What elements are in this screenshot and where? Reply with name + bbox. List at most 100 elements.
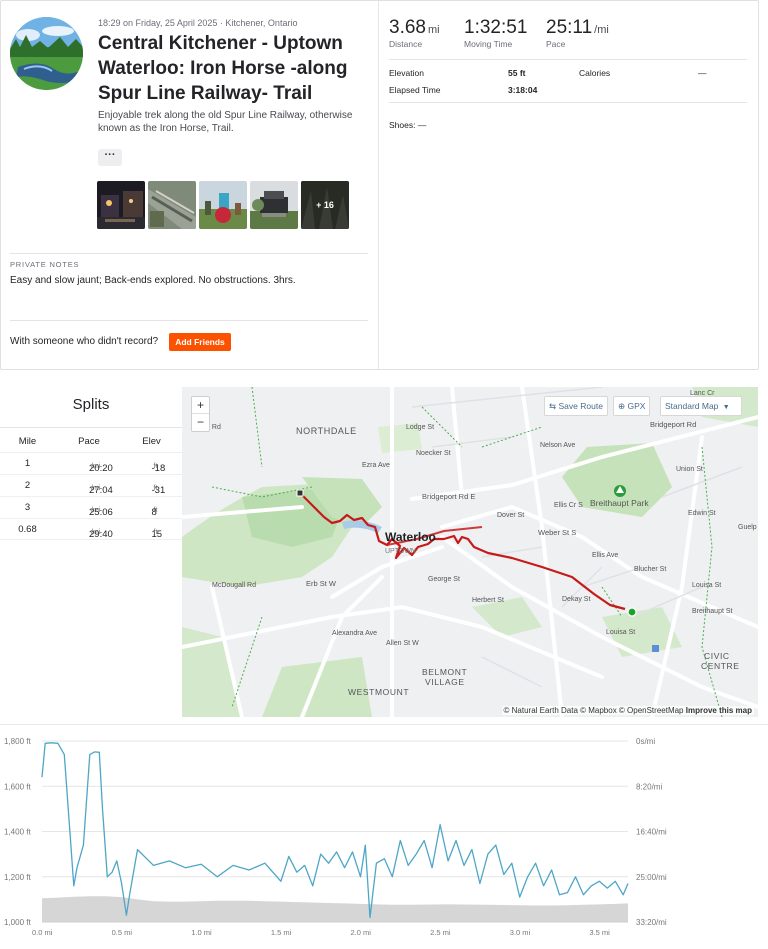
elapsed-time-label: Elapsed Time	[389, 85, 441, 95]
avatar[interactable]	[10, 17, 83, 90]
save-route-button[interactable]: ⇆ Save Route	[544, 396, 608, 416]
private-notes-text: Easy and slow jaunt; Back-ends explored.…	[10, 275, 296, 286]
map-label-bridgeport-rd: Bridgeport Rd	[650, 420, 696, 429]
map-label-village: VILLAGE	[425, 677, 465, 687]
chart-y-right-tick: 25:00/mi	[636, 873, 667, 882]
elapsed-time-value: 3:18:04	[508, 85, 538, 95]
activity-datetime-location: 18:29 on Friday, 25 April 2025 · Kitchen…	[98, 18, 298, 28]
chart-y-left-tick: 1,800 ft	[4, 737, 31, 746]
map-canvas: NORTHDALE Waterloo UPTOWN Breithaupt Par…	[182, 387, 758, 717]
more-options-button[interactable]: ···	[98, 149, 122, 166]
map-label-ezra-ave: Ezra Ave	[362, 462, 390, 469]
activity-description: Enjoyable trek along the old Spur Line R…	[98, 110, 353, 134]
split-pace-unit: /mi	[91, 529, 101, 536]
elevation-pace-chart[interactable]: 1,800 ft 0s/mi 1,600 ft 8:20/mi 1,400 ft 16:4…	[0, 724, 768, 949]
photo-night-street	[97, 181, 145, 229]
attribution-text: © Natural Earth Data © Mapbox © OpenStre…	[503, 706, 684, 715]
split-elev-unit: ft	[153, 507, 158, 514]
split-pace-unit: /mi	[91, 507, 101, 514]
split-mile: 3	[24, 502, 31, 513]
splits-header-elev: Elev	[142, 436, 161, 447]
download-icon: ⊕	[618, 401, 626, 411]
chart-y-left-tick: 1,200 ft	[4, 873, 31, 882]
split-pace-unit: /mi	[91, 485, 101, 492]
splits-header-pace: Pace	[78, 436, 100, 447]
activity-title: Central Kitchener - Uptown Waterloo: Iro…	[98, 33, 348, 104]
photo-thumbnail[interactable]	[148, 181, 196, 229]
map-label-herbert-st: Herbert St	[472, 597, 504, 604]
split-mile: 0.68	[18, 524, 37, 535]
photo-trail-bridge	[148, 181, 196, 229]
map-label-ellis-ave: Ellis Ave	[592, 552, 618, 559]
split-row: 2 27:04/mi -31 ft	[0, 474, 182, 496]
divider	[389, 102, 747, 103]
distance-value: 3.68	[389, 17, 426, 38]
stat-distance: 3.68 mi Distance	[389, 17, 440, 49]
split-row: 1 20:20/mi -18 ft	[0, 452, 182, 474]
splits-title: Splits	[0, 387, 182, 428]
gpx-button[interactable]: ⊕ GPX	[613, 396, 651, 416]
split-elev-unit: ft	[153, 463, 158, 470]
photo-thumbnail[interactable]	[199, 181, 247, 229]
zoom-in-button[interactable]: +	[192, 397, 209, 414]
photo-thumbnail[interactable]	[97, 181, 145, 229]
chart-x-tick: 2.5 mi	[430, 928, 451, 937]
zoom-out-button[interactable]: −	[192, 414, 209, 431]
map-label-breithaupt-st: Breithaupt St	[692, 608, 733, 615]
more-photos-thumbnail[interactable]: + 16	[301, 181, 349, 229]
chart-x-tick: 0.0 mi	[32, 928, 53, 937]
split-row: 3 25:06/mi 8 ft	[0, 496, 182, 518]
chart-x-tick: 2.0 mi	[350, 928, 371, 937]
improve-map-link[interactable]: Improve this map	[686, 706, 752, 715]
splits-header-mile: Mile	[18, 436, 37, 447]
pace-value: 25:11	[546, 17, 593, 38]
chart-canvas: 1,800 ft 0s/mi 1,600 ft 8:20/mi 1,400 ft 16:4…	[4, 737, 667, 937]
map-label-bridgeport-rd-e: Bridgeport Rd E	[422, 492, 475, 501]
photo-thumbnail[interactable]	[250, 181, 298, 229]
map-label-dover-st: Dover St	[497, 512, 524, 519]
chart-y-right-tick: 33:20/mi	[636, 918, 667, 927]
private-notes-label: PRIVATE NOTES	[10, 260, 80, 269]
split-mile: 1	[24, 458, 31, 469]
map-label-louisa-st-2: Louisa St	[606, 629, 635, 636]
map-label-dekay-st: Dekay St	[562, 596, 590, 603]
more-photos-count: + 16	[316, 200, 334, 210]
distance-label: Distance	[389, 39, 423, 49]
elevation-area	[42, 896, 628, 922]
stat-moving-time: 1:32:51 Moving Time	[464, 17, 527, 49]
save-route-label: Save Route	[558, 401, 603, 411]
save-route-icon: ⇆	[549, 401, 557, 411]
map-label-george-st: George St	[428, 576, 460, 583]
route-map[interactable]: NORTHDALE Waterloo UPTOWN Breithaupt Par…	[182, 387, 758, 717]
chart-y-right-tick: 16:40/mi	[636, 828, 667, 837]
activity-card: 18:29 on Friday, 25 April 2025 · Kitchen…	[0, 0, 759, 370]
map-style-select[interactable]: Standard Map ▼	[660, 396, 742, 416]
divider	[10, 253, 368, 254]
map-label-uptown: UPTOWN	[385, 548, 416, 555]
add-friends-button[interactable]: Add Friends	[169, 333, 231, 351]
map-label-westmount: WESTMOUNT	[348, 687, 409, 697]
activity-stats: 3.68 mi Distance 1:32:51 Moving Time 25:1…	[380, 1, 758, 369]
pace-label: Pace	[546, 39, 566, 49]
chevron-down-icon: ▼	[722, 404, 730, 411]
map-label-noecker-st: Noecker St	[416, 450, 451, 457]
split-pace-unit: /mi	[91, 463, 101, 470]
chart-x-tick: 0.5 mi	[112, 928, 133, 937]
stat-pace: 25:11/mi Pace	[546, 17, 609, 49]
splits-header: Mile Pace Elev	[0, 431, 182, 453]
map-label-weber-st-s: Weber St S	[538, 528, 576, 537]
map-label-centre: CENTRE	[701, 661, 740, 671]
map-label-edwin-st: Edwin St	[688, 510, 716, 517]
map-label-nelson-ave: Nelson Ave	[540, 442, 575, 449]
chart-y-right-tick: 0s/mi	[636, 737, 655, 746]
calories-value: —	[698, 68, 707, 78]
elevation-label: Elevation	[389, 68, 424, 78]
chart-y-left-tick: 1,000 ft	[4, 918, 31, 927]
chart-x-tick: 3.5 mi	[589, 928, 610, 937]
shoes-info: Shoes: —	[389, 120, 427, 130]
split-row: 0.68 29:40/mi 15 ft	[0, 518, 182, 540]
chart-y-left-tick: 1,400 ft	[4, 828, 31, 837]
map-label-alexandra-ave: Alexandra Ave	[332, 630, 377, 637]
splits-panel: Splits Mile Pace Elev 1 20:20/mi -18 ft 2…	[0, 387, 182, 717]
photo-memorial	[250, 181, 298, 229]
